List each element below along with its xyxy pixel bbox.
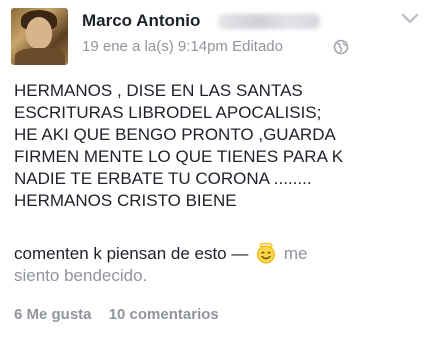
- avatar[interactable]: [11, 8, 68, 65]
- edited-label[interactable]: Editado: [232, 38, 283, 55]
- smiley-halo-icon: [257, 242, 276, 264]
- post-body-line: FIRMEN MENTE LO QUE TIENES PARA K: [14, 147, 344, 166]
- post-card: Marco Antonio 19 ene a la(s) 9:14pm Edit…: [0, 0, 438, 340]
- feeling-text: me: [279, 244, 308, 263]
- post-footer: 6 Me gusta 10 comentarios: [14, 306, 232, 323]
- comments-count[interactable]: 10 comentarios: [109, 306, 219, 323]
- author-surname-redacted: [218, 14, 320, 29]
- post-body: HERMANOS , DISE EN LAS SANTAS ESCRITURAS…: [14, 80, 428, 212]
- post-body-line: HE AKI QUE BENGO PRONTO ,GUARDA: [14, 125, 336, 144]
- author-name[interactable]: Marco Antonio: [82, 11, 200, 31]
- post-body-line: HERMANOS CRISTO BIENE: [14, 191, 237, 210]
- post-body-line: HERMANOS , DISE EN LAS SANTAS: [14, 81, 303, 100]
- avatar-shirt: [15, 48, 65, 65]
- chevron-down-icon[interactable]: [400, 12, 420, 26]
- post-comment: comenten k piensan de esto — me siento b…: [14, 242, 428, 287]
- feeling-text-continued: siento bendecido.: [14, 266, 148, 285]
- post-body-line: ESCRITURAS LIBRODEL APOCALISIS;: [14, 103, 322, 122]
- avatar-face: [26, 17, 52, 49]
- post-timestamp[interactable]: 19 ene a la(s) 9:14pm: [82, 38, 228, 55]
- post-meta: 19 ene a la(s) 9:14pm Editado: [82, 38, 283, 55]
- comment-text: comenten k piensan de esto —: [14, 244, 249, 263]
- likes-count[interactable]: 6 Me gusta: [14, 306, 92, 323]
- globe-icon[interactable]: [333, 39, 349, 55]
- post-body-line: NADIE TE ERBATE TU CORONA ........: [14, 169, 312, 188]
